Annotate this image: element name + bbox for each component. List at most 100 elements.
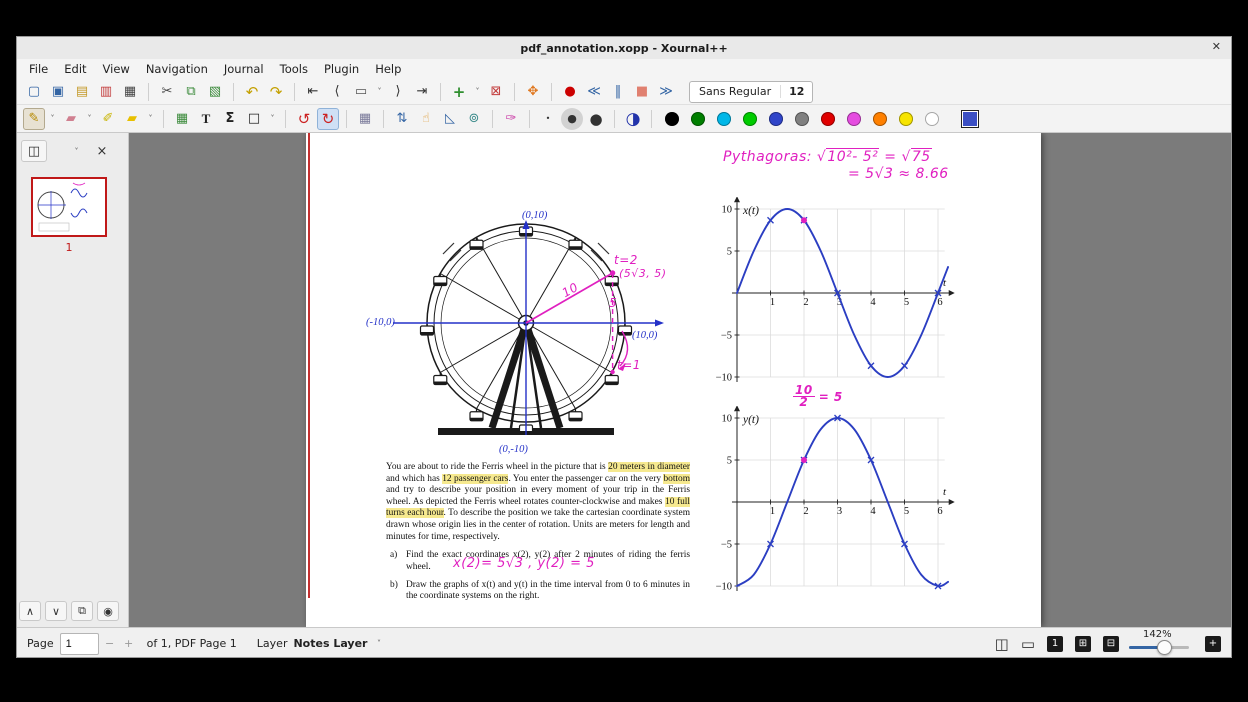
menu-file[interactable]: File: [21, 60, 56, 78]
redo-icon[interactable]: ↷: [265, 81, 287, 103]
sidebar-pages-icon[interactable]: ◫: [21, 140, 47, 162]
menu-help[interactable]: Help: [367, 60, 409, 78]
zoom-slider-handle[interactable]: [1157, 639, 1172, 655]
color-swatch-#000000[interactable]: [665, 111, 679, 126]
page-label: Page: [27, 637, 54, 650]
hand-tool-icon[interactable]: ☝: [415, 108, 437, 130]
color-swatch-#e00000[interactable]: [821, 111, 835, 126]
font-selector[interactable]: Sans Regular 12: [689, 80, 814, 103]
color-swatch-#00cc00[interactable]: [743, 111, 757, 126]
zoom-in-button[interactable]: +: [1205, 635, 1221, 652]
last-page-icon[interactable]: ⇥: [411, 81, 433, 103]
menu-journal[interactable]: Journal: [216, 60, 272, 78]
new-file-icon[interactable]: ▢: [23, 81, 45, 103]
zoom-fit-page-button[interactable]: ⊞: [1075, 635, 1091, 652]
setsquare-tool-icon[interactable]: ◺: [439, 108, 461, 130]
pdf-page[interactable]: Pythagoras: √10²- 5² = √75 = 5√3 ≈ 8.66 …: [306, 133, 1041, 627]
close-window-button[interactable]: ✕: [1212, 40, 1221, 53]
shape-options-caret-icon[interactable]: ˅: [267, 108, 278, 130]
marker-tool-icon[interactable]: ▰: [121, 108, 143, 130]
undo-icon[interactable]: ↶: [241, 81, 263, 103]
compass-tool-icon[interactable]: ⊚: [463, 108, 485, 130]
zoom-100-button[interactable]: 1: [1047, 635, 1063, 652]
fullscreen-icon[interactable]: ✥: [522, 81, 544, 103]
presentation-mode-icon[interactable]: ▭: [1021, 635, 1035, 653]
color-swatch-#808080[interactable]: [795, 111, 809, 126]
pen-tool-icon[interactable]: ✎: [23, 107, 45, 130]
spline-tool-icon[interactable]: ✑: [500, 108, 522, 130]
cut-icon[interactable]: ✂: [156, 81, 178, 103]
eraser-tool-icon[interactable]: ▰: [60, 108, 82, 130]
separator: [383, 109, 384, 128]
menu-edit[interactable]: Edit: [56, 60, 94, 78]
page-info: of 1, PDF Page 1: [146, 637, 237, 650]
page-number-input[interactable]: [59, 632, 99, 655]
add-page-icon[interactable]: +: [448, 81, 470, 103]
sidebar-duplicate-icon[interactable]: ⧉: [71, 601, 93, 621]
page-spinner-icon[interactable]: ▭: [350, 81, 372, 103]
layer-caret-icon[interactable]: ˅: [373, 633, 384, 655]
color-swatch-#ffffff[interactable]: [925, 111, 939, 126]
open-icon[interactable]: ▤: [71, 81, 93, 103]
vertical-space-tool-icon[interactable]: ⇅: [391, 108, 413, 130]
sidebar-focus-icon[interactable]: ◉: [97, 601, 119, 621]
fill-toggle-icon[interactable]: ◑: [622, 108, 644, 130]
insert-image-icon[interactable]: ▦: [171, 108, 193, 130]
layer-select[interactable]: Notes Layer: [293, 637, 367, 650]
first-page-icon[interactable]: ⇤: [302, 81, 324, 103]
color-swatch-#ff8000[interactable]: [873, 111, 887, 126]
page-increment-button[interactable]: +: [121, 636, 137, 652]
color-swatch-#3045c9[interactable]: [769, 111, 783, 126]
grid-snapping-icon[interactable]: ↻: [317, 107, 339, 130]
eraser-options-caret-icon[interactable]: ˅: [84, 108, 95, 130]
page-thumbnail[interactable]: [31, 177, 107, 237]
thickness-medium-icon[interactable]: ●: [561, 107, 583, 130]
copy-icon[interactable]: ⧉: [180, 81, 202, 103]
stop-icon[interactable]: ■: [631, 81, 653, 103]
menu-navigation[interactable]: Navigation: [138, 60, 216, 78]
text-tool-icon[interactable]: T: [195, 108, 217, 130]
sidebar-close-icon[interactable]: ×: [90, 141, 114, 161]
highlighter-tool-icon[interactable]: ✐: [97, 108, 119, 130]
color-swatch-#007f00[interactable]: [691, 111, 705, 126]
font-family-value[interactable]: Sans Regular: [690, 85, 780, 98]
dual-page-toggle-icon[interactable]: ◫: [995, 635, 1009, 653]
print-icon[interactable]: ▦: [119, 81, 141, 103]
thickness-thick-icon[interactable]: ●: [585, 108, 607, 130]
item-b-text: Draw the graphs of x(t) and y(t) in the …: [406, 579, 690, 602]
sidebar-caret-icon[interactable]: ˅: [71, 140, 82, 162]
pause-icon[interactable]: ‖: [607, 81, 629, 103]
pen-options-caret-icon[interactable]: ˅: [47, 108, 58, 130]
color-swatch-#e54ce0[interactable]: [847, 111, 861, 126]
document-area[interactable]: Pythagoras: √10²- 5² = √75 = 5√3 ≈ 8.66 …: [129, 133, 1231, 627]
sidebar-down-icon[interactable]: ∨: [45, 601, 67, 621]
tex-tool-icon[interactable]: Σ: [219, 108, 241, 130]
save-icon[interactable]: ▣: [47, 81, 69, 103]
sidebar-up-icon[interactable]: ∧: [19, 601, 41, 621]
menu-plugin[interactable]: Plugin: [316, 60, 367, 78]
previous-page-icon[interactable]: ⟨: [326, 81, 348, 103]
snap-to-grid-icon[interactable]: ▦: [354, 108, 376, 130]
record-audio-icon[interactable]: ●: [559, 81, 581, 103]
color-swatch-#00b7e8[interactable]: [717, 111, 731, 126]
zoom-slider[interactable]: 142%: [1129, 629, 1193, 658]
rewind-icon[interactable]: ≪: [583, 81, 605, 103]
fast-forward-icon[interactable]: ≫: [655, 81, 677, 103]
current-color-swatch[interactable]: [961, 109, 979, 128]
font-size-value[interactable]: 12: [780, 85, 812, 98]
thickness-fine-icon[interactable]: •: [537, 108, 559, 130]
zoom-fit-width-button[interactable]: ⊟: [1103, 635, 1119, 652]
add-page-caret-icon[interactable]: ˅: [472, 81, 483, 103]
color-swatch-#f7e400[interactable]: [899, 111, 913, 126]
marker-options-caret-icon[interactable]: ˅: [145, 108, 156, 130]
page-decrement-button[interactable]: −: [102, 636, 118, 652]
menu-tools[interactable]: Tools: [272, 60, 316, 78]
shape-tool-icon[interactable]: □: [243, 108, 265, 130]
page-spinner-caret-icon[interactable]: ˅: [374, 81, 385, 103]
export-pdf-icon[interactable]: ▥: [95, 81, 117, 103]
delete-page-icon[interactable]: ⊠: [485, 81, 507, 103]
paste-icon[interactable]: ▧: [204, 81, 226, 103]
menu-view[interactable]: View: [95, 60, 138, 78]
rotation-snapping-icon[interactable]: ↺: [293, 108, 315, 130]
next-page-icon[interactable]: ⟩: [387, 81, 409, 103]
